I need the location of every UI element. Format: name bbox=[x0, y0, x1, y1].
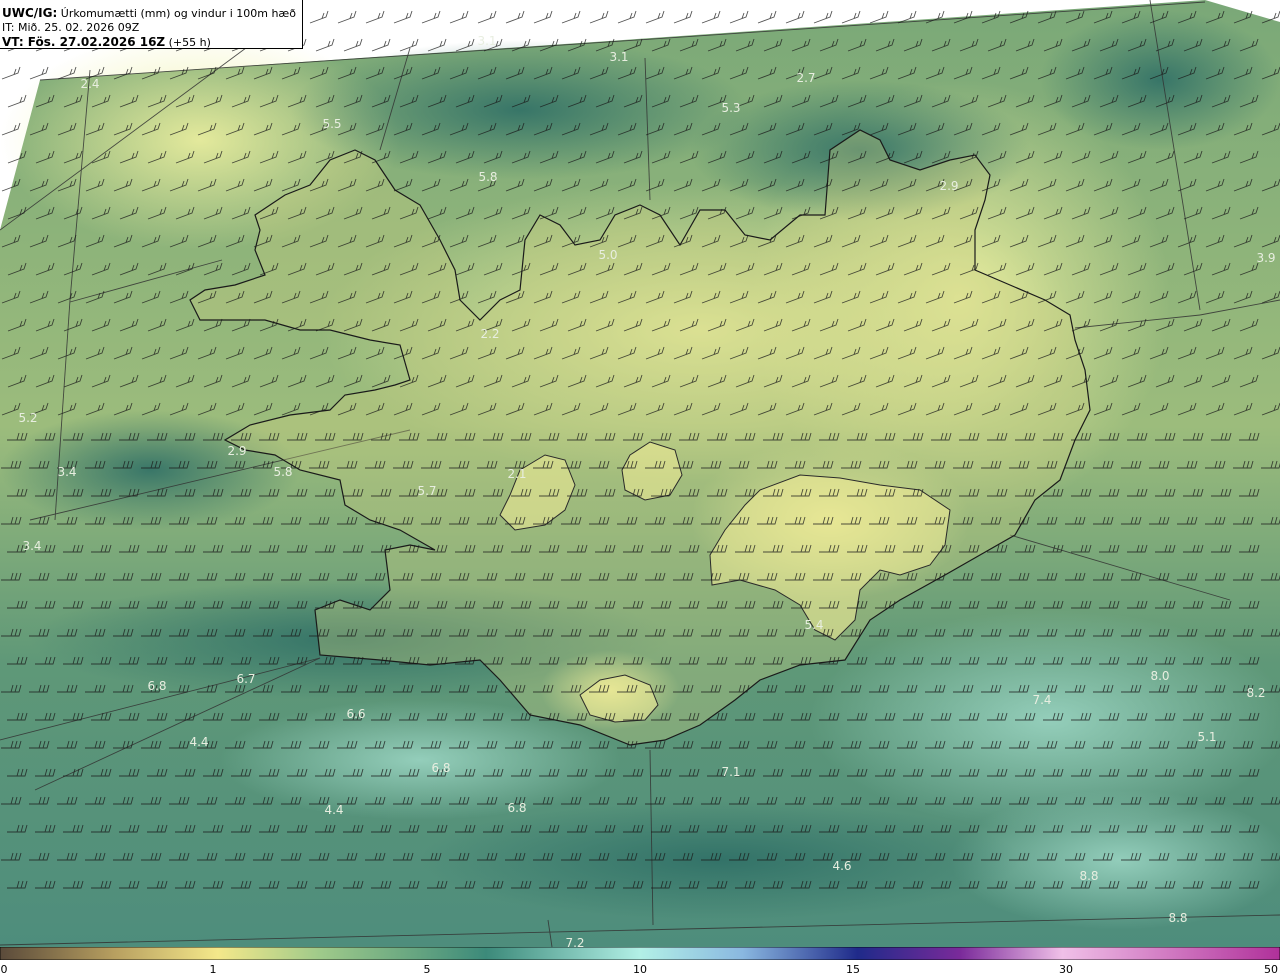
colorbar-tick-labels: 0 1 5 10 15 30 50 bbox=[0, 963, 1280, 978]
wind-barb bbox=[729, 10, 749, 24]
value-label: 6.7 bbox=[236, 672, 255, 686]
model-label: UWC/IG: bbox=[2, 6, 58, 20]
wind-barb bbox=[371, 38, 391, 52]
value-label: 5.1 bbox=[1197, 730, 1216, 744]
value-label: 2.2 bbox=[480, 327, 499, 341]
wind-barb bbox=[533, 10, 553, 24]
value-label: 5.2 bbox=[18, 411, 37, 425]
value-label: 8.2 bbox=[1246, 686, 1265, 700]
wind-barb bbox=[343, 38, 363, 52]
value-label: 2.1 bbox=[507, 467, 526, 481]
wind-barb bbox=[421, 10, 441, 24]
wind-barb bbox=[315, 38, 335, 52]
wind-barb bbox=[785, 10, 805, 24]
value-label: 5.3 bbox=[721, 101, 740, 115]
value-label: 3.1 bbox=[609, 50, 628, 64]
value-label: 3.4 bbox=[57, 465, 76, 479]
value-label: 3.1 bbox=[477, 34, 496, 48]
precipitation-map: 3.1 3.1 2.7 5.3 2.4 5.5 5.8 2.9 5.0 3.9 2.2 5.2 2.9 3… bbox=[0, 0, 1280, 947]
wind-barb bbox=[617, 10, 637, 24]
wind-barb bbox=[309, 10, 329, 24]
wind-barb bbox=[561, 10, 581, 24]
wind-barb bbox=[505, 10, 525, 24]
colorbar-tick-5: 30 bbox=[1059, 963, 1073, 976]
map-title-box: UWC/IG: Úrkomumætti (mm) og vindur i 100… bbox=[0, 0, 303, 49]
value-label: 8.8 bbox=[1168, 911, 1187, 925]
wind-barb bbox=[337, 10, 357, 24]
map-title: Úrkomumætti (mm) og vindur i 100m hæð bbox=[60, 7, 296, 20]
colorbar-tick-2: 5 bbox=[423, 963, 431, 976]
value-label: 6.8 bbox=[431, 761, 450, 775]
value-label: 2.9 bbox=[227, 444, 246, 458]
wind-barb bbox=[393, 10, 413, 24]
value-label: 7.1 bbox=[721, 765, 740, 779]
value-label: 3.9 bbox=[1256, 251, 1275, 265]
colorbar bbox=[0, 947, 1280, 960]
value-label: 6.6 bbox=[346, 707, 365, 721]
value-label: 7.4 bbox=[1032, 693, 1051, 707]
value-label: 5.8 bbox=[273, 465, 292, 479]
valid-time: VT: Fös. 27.02.2026 16Z bbox=[2, 35, 166, 49]
wind-barb bbox=[841, 10, 861, 24]
wind-barb bbox=[645, 10, 665, 24]
colorbar-tick-0: 0 bbox=[0, 963, 8, 976]
value-label: 6.8 bbox=[147, 679, 166, 693]
wind-barb bbox=[1, 66, 21, 80]
wind-barb bbox=[869, 10, 889, 24]
value-label: 5.8 bbox=[478, 170, 497, 184]
colorbar-tick-4: 15 bbox=[846, 963, 860, 976]
value-label: 8.8 bbox=[1079, 869, 1098, 883]
wind-barb bbox=[673, 10, 693, 24]
value-label: 2.7 bbox=[796, 71, 815, 85]
valid-offset: (+55 h) bbox=[168, 36, 211, 49]
colorbar-tick-1: 1 bbox=[209, 963, 217, 976]
colorbar-tick-3: 10 bbox=[633, 963, 647, 976]
value-label: 2.4 bbox=[80, 77, 99, 91]
value-label: 4.4 bbox=[189, 735, 208, 749]
wind-barb bbox=[757, 10, 777, 24]
value-label: 3.4 bbox=[22, 539, 41, 553]
value-label: 5.0 bbox=[598, 248, 617, 262]
value-label: 6.8 bbox=[507, 801, 526, 815]
wind-barb bbox=[589, 10, 609, 24]
value-label: 7.2 bbox=[565, 936, 584, 947]
value-label: 4.6 bbox=[832, 859, 851, 873]
value-label: 2.9 bbox=[939, 179, 958, 193]
value-label: 5.4 bbox=[804, 618, 823, 632]
colorbar-tick-6: 50 bbox=[1264, 963, 1278, 976]
value-label: 5.7 bbox=[417, 484, 436, 498]
wind-barb bbox=[365, 10, 385, 24]
wind-barb bbox=[449, 10, 469, 24]
wind-barb bbox=[813, 10, 833, 24]
value-label: 5.5 bbox=[322, 117, 341, 131]
value-label: 8.0 bbox=[1150, 669, 1169, 683]
value-label: 4.4 bbox=[324, 803, 343, 817]
init-time: IT: Mið. 25. 02. 2026 09Z bbox=[2, 21, 140, 34]
wind-barb bbox=[477, 10, 497, 24]
wind-barb bbox=[701, 10, 721, 24]
